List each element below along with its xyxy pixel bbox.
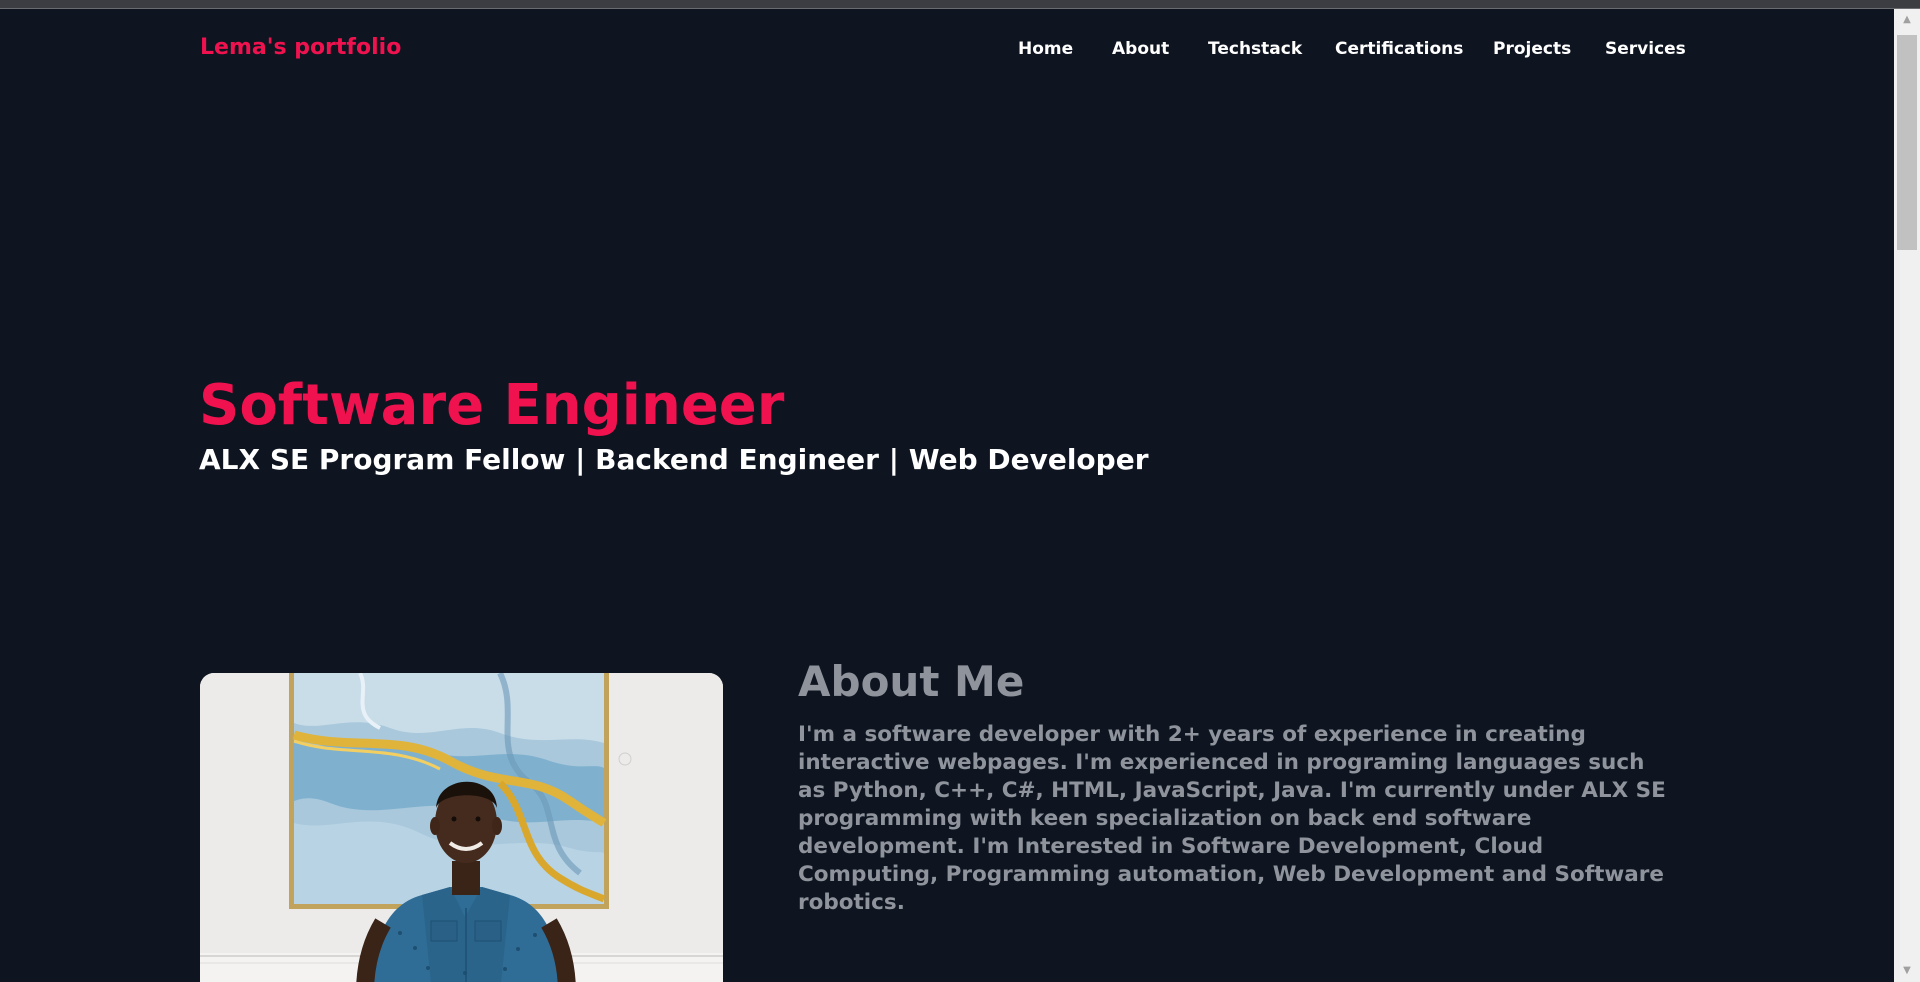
hero-title: Software Engineer (199, 373, 785, 438)
hero-subtitle: ALX SE Program Fellow | Backend Engineer… (199, 443, 1149, 476)
about-title: About Me (798, 657, 1025, 706)
portfolio-page: Lema's portfolio Home About Techstack Ce… (0, 9, 1894, 982)
scroll-down-arrow-icon[interactable]: ▼ (1894, 960, 1920, 982)
nav-link-certifications[interactable]: Certifications (1335, 39, 1463, 59)
vertical-scrollbar[interactable]: ▲ ▼ (1894, 9, 1920, 982)
about-text: I'm a software developer with 2+ years o… (798, 722, 1666, 915)
main-nav: Home About Techstack Certifications Proj… (0, 39, 1894, 69)
window-top-border (0, 0, 1920, 9)
nav-link-techstack[interactable]: Techstack (1208, 39, 1302, 59)
scroll-up-arrow-icon[interactable]: ▲ (1894, 9, 1920, 31)
nav-link-services[interactable]: Services (1605, 39, 1686, 59)
nav-link-projects[interactable]: Projects (1493, 39, 1571, 59)
nav-link-about[interactable]: About (1112, 39, 1169, 59)
nav-link-home[interactable]: Home (1018, 39, 1073, 59)
scrollbar-thumb[interactable] (1897, 35, 1917, 250)
profile-photo (200, 673, 723, 982)
